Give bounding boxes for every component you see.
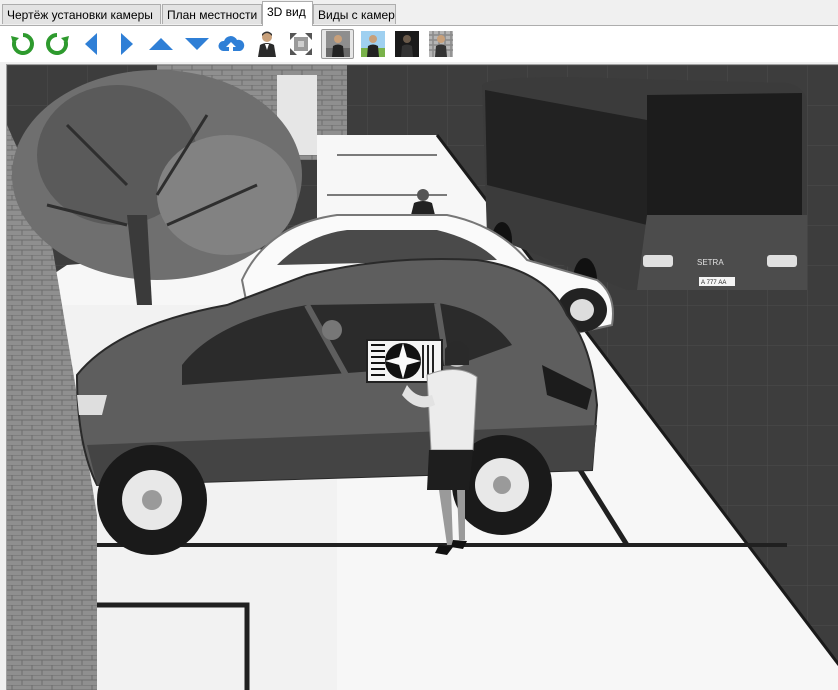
rotate-ccw-icon	[11, 33, 34, 55]
move-down-button[interactable]	[182, 29, 212, 59]
arrow-up-icon	[149, 38, 173, 50]
zoom-out-button[interactable]	[216, 29, 246, 59]
svg-text:SETRA: SETRA	[697, 258, 724, 267]
background-gray-button[interactable]	[321, 29, 354, 59]
toolbar	[0, 26, 838, 62]
background-dark-button[interactable]	[392, 29, 422, 59]
fit-view-button[interactable]	[286, 29, 316, 59]
person-view-icon	[258, 31, 276, 57]
rotate-left-button[interactable]	[8, 29, 38, 59]
person-gray-bg-icon	[325, 31, 350, 57]
move-up-button[interactable]	[146, 29, 176, 59]
rotate-cw-icon	[46, 33, 69, 55]
arrow-left-icon	[85, 33, 97, 55]
person-dark-bg-icon	[395, 31, 419, 57]
arrow-right-icon	[121, 33, 133, 55]
move-right-button[interactable]	[112, 29, 142, 59]
person-pattern-bg-icon	[429, 31, 453, 57]
tab-camera-views[interactable]: Виды с камер	[313, 4, 396, 24]
person-view-button[interactable]	[252, 29, 282, 59]
3d-scene: SETRA А 777 АА	[7, 65, 838, 690]
arrow-down-icon	[185, 38, 209, 50]
tab-camera-installation-drawing[interactable]: Чертёж установки камеры	[2, 4, 161, 24]
rotate-right-button[interactable]	[42, 29, 72, 59]
background-pattern-button[interactable]	[426, 29, 456, 59]
tab-site-plan[interactable]: План местности	[162, 4, 262, 24]
tab-3d-view[interactable]: 3D вид	[262, 1, 313, 26]
3d-viewport[interactable]: SETRA А 777 АА	[6, 64, 838, 690]
person-landscape-bg-icon	[361, 31, 385, 57]
svg-text:А 777 АА: А 777 АА	[701, 280, 726, 286]
tab-bar: Чертёж установки камеры План местности 3…	[0, 0, 838, 26]
background-landscape-button[interactable]	[358, 29, 388, 59]
move-left-button[interactable]	[76, 29, 106, 59]
fit-view-icon	[290, 33, 312, 55]
cloud-up-icon	[218, 36, 245, 51]
